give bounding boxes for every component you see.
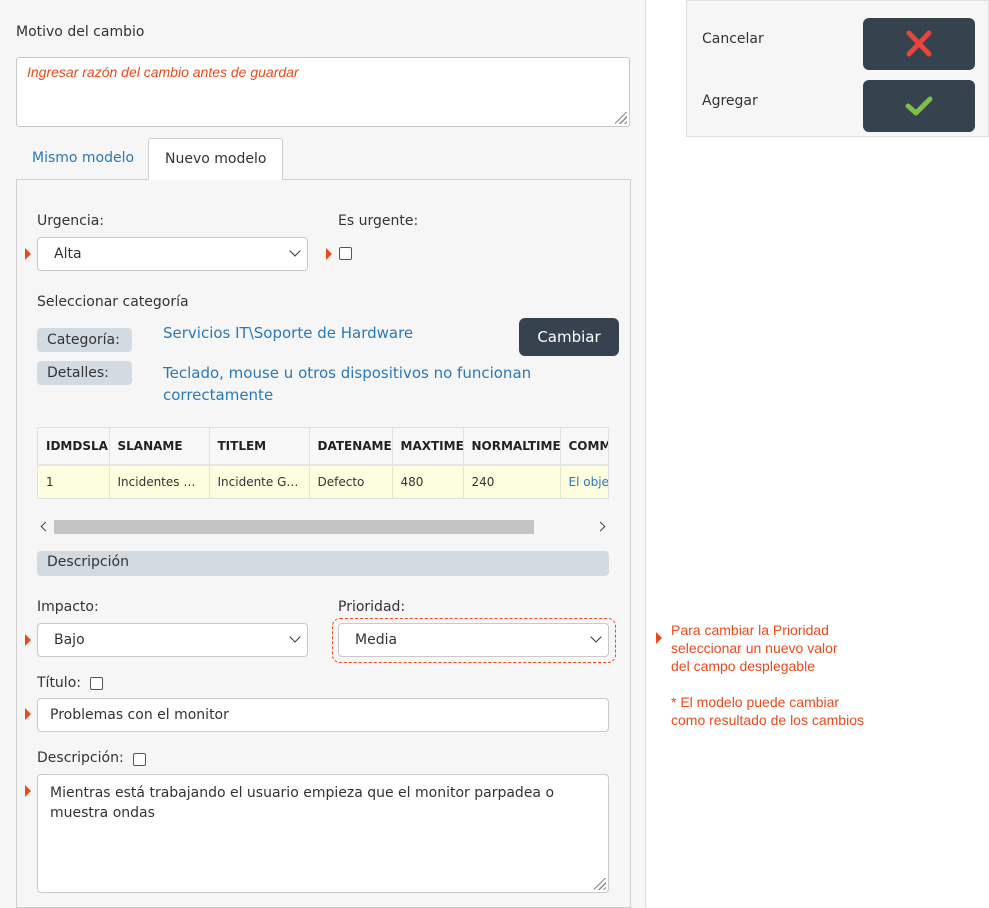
column-header[interactable]: COMM <box>560 428 608 466</box>
cancel-button[interactable] <box>863 18 975 70</box>
categoria-value-link[interactable]: Servicios IT\Soporte de Hardware <box>163 322 413 344</box>
required-arrow-icon <box>25 708 31 720</box>
column-header[interactable]: IDMDSLA <box>38 428 110 466</box>
note-line: Para cambiar la Prioridad <box>671 622 829 638</box>
prioridad-note: Para cambiar la Prioridad seleccionar un… <box>671 621 864 729</box>
impacto-value: Bajo <box>54 632 85 648</box>
required-arrow-icon <box>326 248 332 260</box>
es-urgente-checkbox[interactable] <box>339 247 352 260</box>
detalles-line-1: Teclado, mouse u otros dispositivos no f… <box>163 364 532 382</box>
resize-grip-icon[interactable] <box>594 878 606 890</box>
table-header-row: IDMDSLA SLANAME TITLEM DATENAME MAXTIME … <box>38 428 608 466</box>
scroll-right-icon[interactable] <box>595 521 606 532</box>
column-header[interactable]: TITLEM <box>209 428 310 466</box>
column-header[interactable]: NORMALTIME <box>463 428 561 466</box>
checkmark-icon <box>905 96 933 116</box>
required-arrow-icon <box>25 785 31 797</box>
prioridad-value: Media <box>355 632 398 648</box>
table-horizontal-scrollbar[interactable] <box>37 518 609 536</box>
titulo-checkbox[interactable] <box>90 677 103 690</box>
note-arrow-icon <box>656 632 662 644</box>
categoria-tag: Categoría: <box>37 328 132 352</box>
tab-mismo-modelo[interactable]: Mismo modelo <box>16 138 150 180</box>
table-cell: Defecto <box>309 465 393 498</box>
detalles-tag: Detalles: <box>37 361 132 385</box>
es-urgente-label: Es urgente: <box>338 213 419 229</box>
detalles-value-link[interactable]: Teclado, mouse u otros dispositivos no f… <box>163 362 531 406</box>
impacto-select[interactable]: Bajo <box>37 623 308 657</box>
column-header[interactable]: DATENAME <box>309 428 393 466</box>
note-line: seleccionar un nuevo valor <box>671 640 838 656</box>
table-cell-link[interactable]: El objet <box>560 465 608 498</box>
descripcion-label: Descripción: <box>37 750 124 766</box>
descripcion-section-header: Descripción <box>37 551 609 576</box>
table-cell: Incidentes g... <box>109 465 210 498</box>
action-panel: Cancelar Agregar <box>686 0 989 137</box>
chevron-down-icon <box>289 245 301 257</box>
urgencia-label: Urgencia: <box>37 213 105 229</box>
change-form-panel: Motivo del cambio Ingresar razón del cam… <box>0 0 646 908</box>
table-cell: 240 <box>463 465 561 498</box>
table-cell: Incidente Ge... <box>209 465 310 498</box>
sla-table: IDMDSLA SLANAME TITLEM DATENAME MAXTIME … <box>37 427 609 499</box>
motivo-textarea[interactable]: Ingresar razón del cambio antes de guard… <box>16 57 630 127</box>
table-row[interactable]: 1 Incidentes g... Incidente Ge... Defect… <box>38 465 608 498</box>
resize-grip-icon[interactable] <box>615 112 627 124</box>
table-cell: 1 <box>38 465 110 498</box>
descripcion-value: Mientras está trabajando el usuario empi… <box>50 785 555 821</box>
motivo-label: Motivo del cambio <box>16 24 145 40</box>
chevron-down-icon <box>289 631 301 643</box>
prioridad-select[interactable]: Media <box>338 623 609 657</box>
required-arrow-icon <box>25 248 31 260</box>
urgencia-select[interactable]: Alta <box>37 237 308 271</box>
add-button[interactable] <box>863 80 975 132</box>
add-label: Agregar <box>702 93 758 109</box>
column-header[interactable]: MAXTIME <box>392 428 464 466</box>
descripcion-checkbox[interactable] <box>133 753 146 766</box>
impacto-label: Impacto: <box>37 599 99 615</box>
motivo-placeholder: Ingresar razón del cambio antes de guard… <box>27 64 299 80</box>
detalles-line-2: correctamente <box>163 386 274 404</box>
note-line: del campo desplegable <box>671 658 815 674</box>
column-header[interactable]: SLANAME <box>109 428 210 466</box>
scrollbar-thumb[interactable] <box>54 520 534 534</box>
categoria-heading: Seleccionar categoría <box>37 294 189 310</box>
prioridad-label: Prioridad: <box>338 599 406 615</box>
titulo-input[interactable]: Problemas con el monitor <box>37 698 609 732</box>
scroll-left-icon[interactable] <box>40 521 51 532</box>
descripcion-textarea[interactable]: Mientras está trabajando el usuario empi… <box>37 774 609 893</box>
note-line: * El modelo puede cambiar <box>671 694 840 710</box>
tab-nuevo-modelo[interactable]: Nuevo modelo <box>148 138 284 180</box>
close-icon <box>906 30 932 57</box>
chevron-down-icon <box>590 631 602 643</box>
cambiar-button[interactable]: Cambiar <box>519 318 619 356</box>
table-cell: 480 <box>392 465 464 498</box>
titulo-label: Título: <box>37 675 81 691</box>
urgencia-value: Alta <box>54 246 82 262</box>
cancel-label: Cancelar <box>702 31 764 47</box>
required-arrow-icon <box>25 634 31 646</box>
note-line: como resultado de los cambios <box>671 712 864 728</box>
